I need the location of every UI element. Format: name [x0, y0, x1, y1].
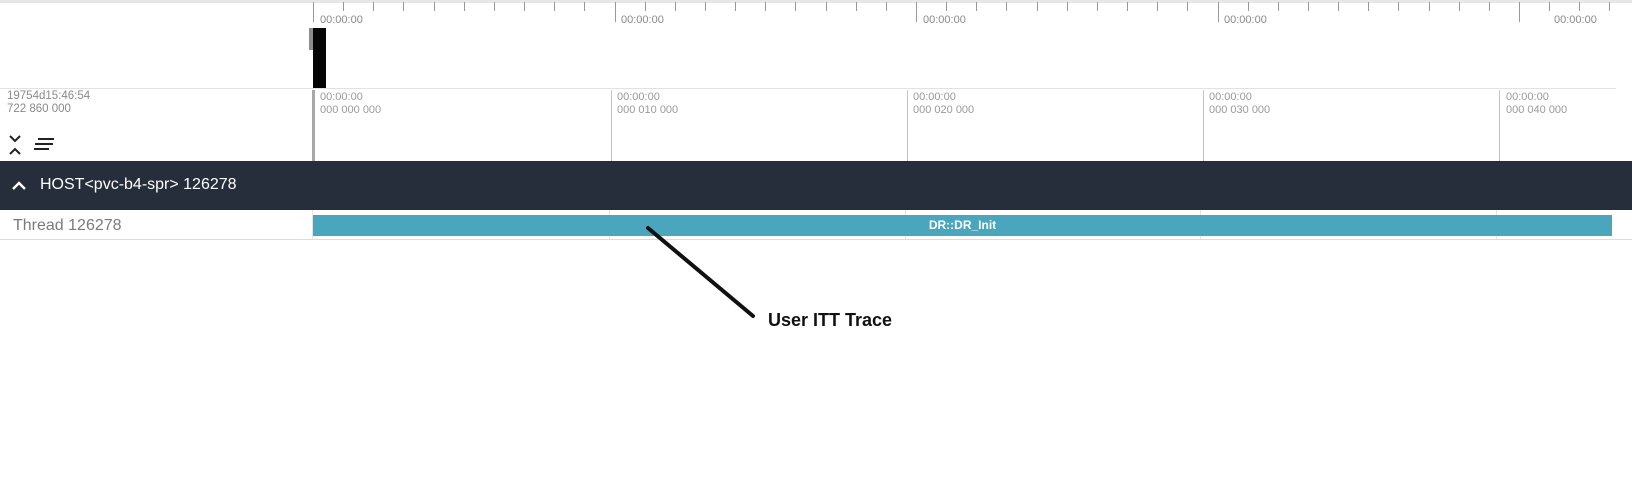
annotation-label: User ITT Trace — [768, 310, 893, 330]
overview-tick — [1218, 2, 1219, 22]
overview-tick — [584, 2, 585, 11]
collapse-expand-icon[interactable] — [7, 133, 23, 157]
overview-separator — [0, 88, 1616, 89]
overview-tick — [976, 2, 977, 11]
overview-tick — [705, 2, 706, 11]
overview-tick — [856, 2, 857, 11]
overview-tick — [1398, 2, 1399, 11]
start-timecode: 19754d15:46:54 722 860 000 — [7, 90, 90, 116]
overview-tick — [916, 2, 917, 22]
ruler-tick-label: 00:00:00 000 020 000 — [913, 91, 975, 116]
selection-window[interactable] — [313, 28, 326, 88]
overview-label: 00:00:00 — [1224, 14, 1267, 26]
overview-tick — [675, 2, 676, 11]
overview-tick — [1609, 2, 1610, 11]
overview-tick — [1248, 2, 1249, 11]
overview-tick — [1308, 2, 1309, 11]
host-header[interactable]: HOST<pvc-b4-spr> 126278 — [0, 161, 1632, 210]
ruler-tick-label: 00:00:00 000 040 000 — [1506, 91, 1568, 116]
overview-tick — [946, 2, 947, 11]
ruler-tick-label: 00:00:00 000 030 000 — [1209, 91, 1271, 116]
overview-tick — [434, 2, 435, 11]
overview-tick — [795, 2, 796, 11]
overview-tick — [1097, 2, 1098, 11]
overview-tick — [615, 2, 616, 22]
overview-tick — [1338, 2, 1339, 11]
row-divider — [0, 239, 1632, 240]
annotation-arrow — [646, 226, 755, 318]
ruler-gridline — [907, 90, 908, 161]
overview-tick — [1006, 2, 1007, 11]
overview-tick — [343, 2, 344, 11]
overview-tick — [1157, 2, 1158, 11]
overview-tick — [403, 2, 404, 11]
overview-tick — [645, 2, 646, 11]
overview-label: 00:00:00 — [320, 14, 363, 26]
overview-tick — [494, 2, 495, 11]
ruler-gridline — [611, 90, 612, 161]
ruler-gridline — [1499, 90, 1500, 161]
chevron-up-icon[interactable] — [10, 177, 28, 195]
timecode-ns: 722 860 000 — [7, 103, 71, 115]
overview-ruler[interactable]: 00:00:00 00:00:00 00:00:00 00:00:00 00:0… — [0, 0, 1632, 90]
thread-label: Thread 126278 — [13, 217, 122, 234]
overview-tick — [1067, 2, 1068, 11]
overview-tick — [1187, 2, 1188, 11]
overview-tick — [735, 2, 736, 11]
overview-tick — [886, 2, 887, 11]
overview-label: 00:00:00 — [621, 14, 664, 26]
overview-tick — [1579, 2, 1580, 11]
overview-tick — [1549, 2, 1550, 11]
overview-tick — [464, 2, 465, 11]
overview-tick — [373, 2, 374, 11]
ruler-tick-label: 00:00:00 000 000 000 — [320, 91, 382, 116]
overview-tick — [524, 2, 525, 11]
overview-label: 00:00:00 — [923, 14, 966, 26]
overview-tick — [1368, 2, 1369, 11]
task-label: DR::DR_Init — [928, 218, 997, 232]
overview-tick — [1519, 2, 1520, 22]
overview-tick — [1037, 2, 1038, 11]
ruler-tick-label: 00:00:00 000 010 000 — [617, 91, 679, 116]
overview-tick — [1459, 2, 1460, 11]
ruler-gridline — [1203, 90, 1204, 161]
task-bar[interactable]: DR::DR_Init — [313, 215, 1612, 236]
top-border — [0, 0, 1632, 3]
overview-tick — [1429, 2, 1430, 11]
overview-tick — [826, 2, 827, 11]
overview-label: 00:00:00 — [1554, 14, 1597, 26]
overview-tick — [765, 2, 766, 11]
overview-tick — [554, 2, 555, 11]
host-title: HOST<pvc-b4-spr> 126278 — [40, 176, 237, 193]
ruler-gridline — [312, 90, 315, 161]
sort-lines-icon[interactable] — [32, 137, 56, 153]
timecode-date: 19754d15:46:54 — [7, 90, 91, 102]
overview-tick — [1127, 2, 1128, 11]
overview-tick — [1278, 2, 1279, 11]
overview-tick — [313, 2, 314, 22]
overview-tick — [1489, 2, 1490, 11]
